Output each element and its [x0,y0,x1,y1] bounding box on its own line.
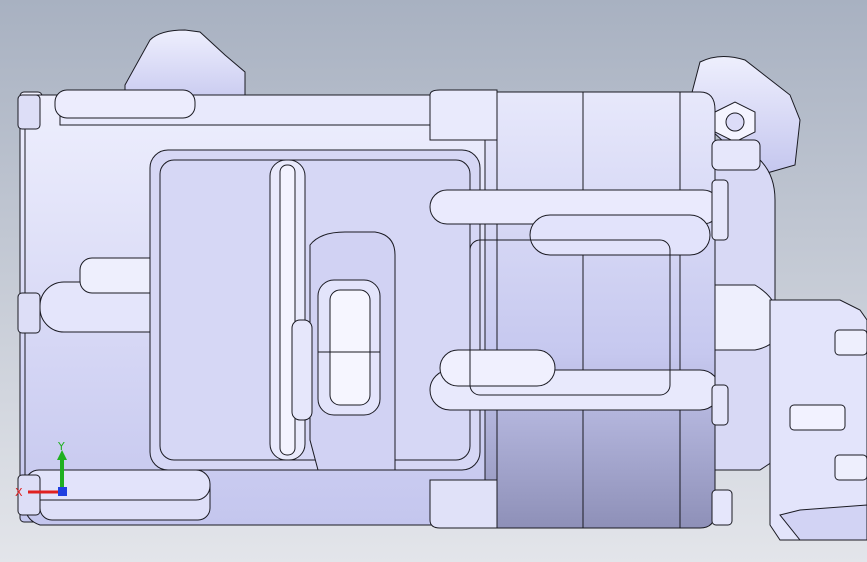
boss-upper [54,89,196,119]
bolt-head [17,94,41,130]
z-axis [58,487,67,496]
bolt-head [17,292,41,334]
3d-viewport[interactable]: Y X [0,0,867,562]
y-axis-label: Y [57,440,65,453]
coordinate-triad: Y X [15,440,67,499]
compressor-3d-model[interactable] [0,0,867,562]
x-axis-label: X [15,486,23,499]
